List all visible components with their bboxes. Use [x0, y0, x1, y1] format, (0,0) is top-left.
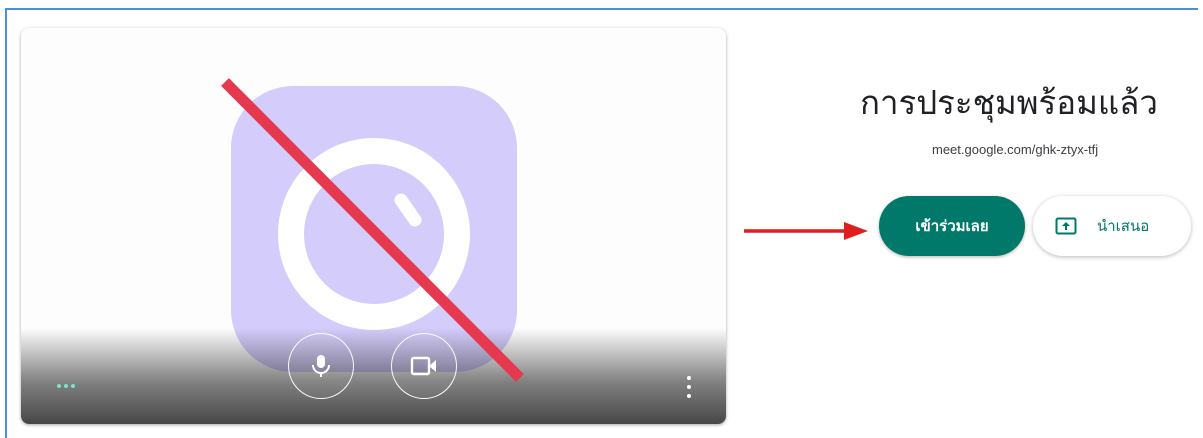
join-now-button[interactable]: เข้าร่วมเลย — [879, 196, 1025, 256]
meeting-link: meet.google.com/ghk-ztyx-tfj — [932, 142, 1099, 157]
red-arrow-annotation — [744, 222, 868, 240]
microphone-toggle-button[interactable] — [288, 333, 354, 399]
meeting-ready-title: การประชุมพร้อมแล้ว — [860, 84, 1158, 121]
audio-activity-dots-icon — [57, 384, 75, 388]
self-view-preview — [21, 28, 726, 424]
camera-placeholder-icon — [231, 86, 517, 372]
present-button[interactable]: นำเสนอ — [1033, 196, 1191, 256]
video-camera-icon — [410, 356, 436, 376]
more-vert-icon[interactable] — [685, 376, 693, 398]
microphone-icon — [312, 355, 330, 377]
present-to-all-icon — [1055, 217, 1077, 235]
present-button-label: นำเสนอ — [1097, 218, 1150, 235]
camera-toggle-button[interactable] — [391, 333, 457, 399]
